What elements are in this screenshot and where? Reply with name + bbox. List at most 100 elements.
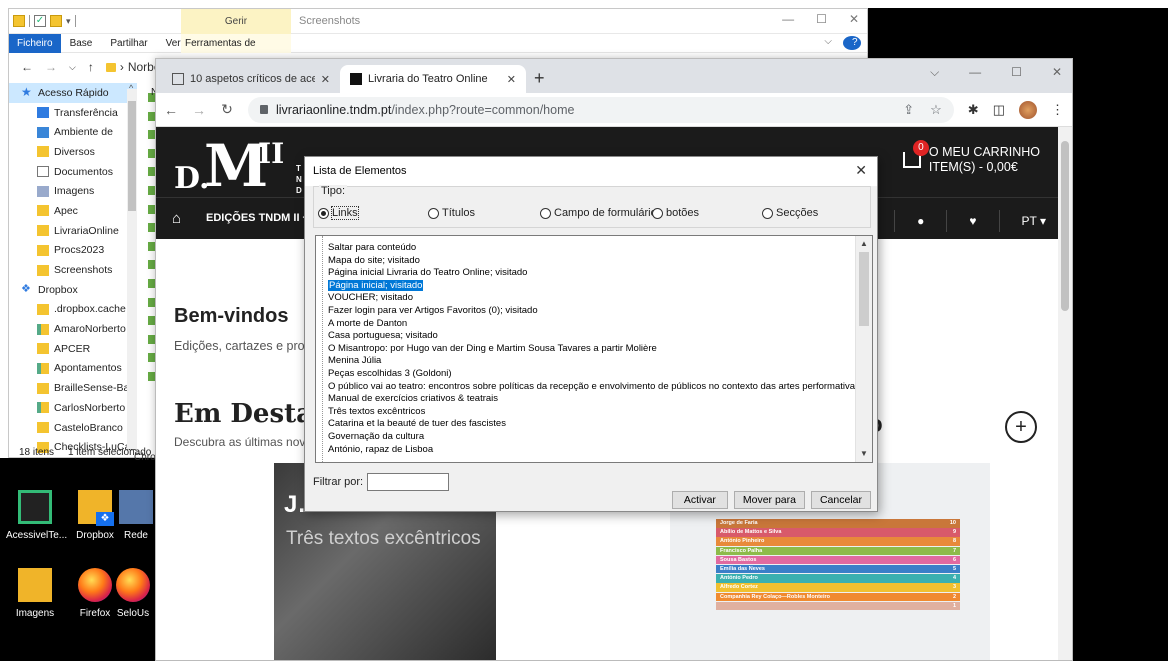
- profile-avatar[interactable]: [1019, 100, 1037, 119]
- move-to-button[interactable]: Mover para: [733, 491, 805, 509]
- activate-button[interactable]: Activar: [671, 491, 728, 509]
- list-item[interactable]: Mapa do site; visitado: [326, 255, 860, 268]
- list-item[interactable]: VOUCHER; visitado: [326, 292, 860, 305]
- minimize-icon[interactable]: —: [782, 12, 794, 26]
- list-item[interactable]: Página inicial Livraria do Teatro Online…: [326, 267, 860, 280]
- forward-arrow-icon[interactable]: →: [192, 102, 206, 118]
- help-icon[interactable]: ?: [843, 36, 861, 50]
- nav-item[interactable]: Screenshots: [9, 260, 137, 280]
- list-item[interactable]: Catarina et la beauté de tuer des fascis…: [326, 418, 860, 431]
- list-item[interactable]: A morte de Danton: [326, 318, 860, 331]
- customize-toolbar-icon[interactable]: ▾: [66, 16, 71, 27]
- filter-input[interactable]: [367, 473, 450, 491]
- nav-item[interactable]: Apec: [9, 201, 137, 221]
- list-item[interactable]: O Misantropo: por Hugo van der Ding e Ma…: [326, 343, 860, 356]
- radio-seccoes[interactable]: Secções: [762, 207, 818, 219]
- nav-edicoes-tndm[interactable]: EDIÇÕES TNDM II +: [206, 212, 309, 224]
- radio-links[interactable]: Links: [318, 206, 359, 220]
- scrollbar-thumb[interactable]: [1061, 141, 1069, 311]
- side-panel-icon[interactable]: ◫: [993, 102, 1005, 118]
- chevron-down-icon[interactable]: ⌵: [815, 36, 841, 47]
- heart-icon[interactable]: ♥: [969, 214, 976, 228]
- close-icon[interactable]: ✕: [849, 12, 859, 26]
- scrollbar-thumb[interactable]: [128, 101, 136, 211]
- bookmark-star-icon[interactable]: ☆: [930, 102, 942, 118]
- page-scrollbar[interactable]: [1058, 127, 1072, 660]
- nav-item[interactable]: Apontamentos: [9, 359, 137, 379]
- ribbon-tab-ferramentas-imagem[interactable]: Ferramentas de Imagem: [181, 34, 291, 68]
- list-item[interactable]: António, rapaz de Lisboa: [326, 444, 860, 457]
- close-icon[interactable]: ✕: [1052, 65, 1062, 80]
- close-tab-icon[interactable]: ✕: [507, 73, 516, 86]
- list-item[interactable]: Fazer login para ver Artigos Favoritos (…: [326, 305, 860, 318]
- back-arrow-icon[interactable]: ←: [164, 102, 178, 118]
- nav-item[interactable]: BrailleSense-Bac: [9, 378, 137, 398]
- gerir-context-tab[interactable]: Gerir: [181, 9, 291, 34]
- navigation-scrollbar[interactable]: [127, 89, 137, 449]
- nav-item[interactable]: ★ Acesso Rápido: [9, 83, 137, 103]
- nav-item[interactable]: Diversos✦: [9, 142, 137, 162]
- desktop-icon-rede[interactable]: Rede: [118, 490, 154, 541]
- browser-tab-1[interactable]: 10 aspetos críticos de acessibilid ✕: [162, 65, 340, 93]
- properties-check-icon[interactable]: ✓: [34, 15, 46, 27]
- cancel-button[interactable]: Cancelar: [810, 491, 871, 509]
- nav-item[interactable]: Procs2023: [9, 241, 137, 261]
- list-item[interactable]: Três textos excêntricos: [326, 406, 860, 419]
- nav-item[interactable]: Documentos✦: [9, 162, 137, 182]
- desktop-icon-dropbox[interactable]: ❖ Dropbox: [66, 490, 124, 541]
- reload-icon[interactable]: ↻: [220, 101, 234, 118]
- recent-locations-icon[interactable]: ⌵: [69, 62, 76, 73]
- nav-item[interactable]: CasteloBranco: [9, 418, 137, 438]
- radio-titulos[interactable]: Títulos: [428, 207, 475, 219]
- list-item[interactable]: Peças escolhidas 3 (Goldoni): [326, 368, 860, 381]
- elements-tree-list[interactable]: Saltar para conteúdo Mapa do site; visita…: [315, 235, 873, 463]
- scroll-down-icon[interactable]: ▼: [856, 446, 872, 462]
- plus-circle-icon[interactable]: +: [1005, 411, 1037, 443]
- nav-item[interactable]: CarlosNorberto: [9, 398, 137, 418]
- nav-item[interactable]: AmaroNorberto: [9, 319, 137, 339]
- close-tab-icon[interactable]: ✕: [321, 73, 330, 86]
- new-tab-icon[interactable]: +: [534, 68, 545, 89]
- list-item[interactable]: Menina Júlia: [326, 355, 860, 368]
- list-item[interactable]: Casa portuguesa; visitado: [326, 330, 860, 343]
- list-scrollbar[interactable]: ▲ ▼: [855, 236, 872, 462]
- share-icon[interactable]: ⇪: [903, 102, 914, 118]
- language-selector[interactable]: PT ▾: [1022, 214, 1046, 228]
- ribbon-tab-base[interactable]: Base: [61, 38, 102, 49]
- desktop-icon-acessivelte[interactable]: AcessivelTe...: [6, 490, 67, 541]
- list-item[interactable]: O público vai ao teatro: encontros sobre…: [326, 381, 860, 394]
- lock-icon[interactable]: [260, 105, 268, 114]
- new-folder-icon[interactable]: [50, 15, 62, 27]
- list-item[interactable]: Página inicial; visitado: [326, 279, 860, 293]
- nav-item[interactable]: Ambiente de✦: [9, 122, 137, 142]
- extensions-puzzle-icon[interactable]: ✱: [968, 102, 979, 118]
- nav-item[interactable]: APCER: [9, 339, 137, 359]
- scrollbar-thumb[interactable]: [859, 252, 869, 326]
- scroll-up-icon[interactable]: ▲: [856, 236, 872, 252]
- menu-kebab-icon[interactable]: ⋮: [1051, 102, 1064, 118]
- list-item[interactable]: Governação da cultura: [326, 431, 860, 444]
- address-bar[interactable]: livrariaonline.tndm.pt/index.php?route=c…: [248, 96, 954, 123]
- radio-campo-formulario[interactable]: Campo de formulário: [540, 207, 657, 219]
- up-arrow-icon[interactable]: ↑: [88, 60, 94, 74]
- desktop-icon-imagens[interactable]: Imagens: [6, 568, 64, 619]
- list-item[interactable]: Saltar para conteúdo: [326, 242, 860, 255]
- ribbon-tab-ficheiro[interactable]: Ficheiro: [9, 33, 61, 53]
- maximize-icon[interactable]: ☐: [1011, 65, 1022, 80]
- nav-item[interactable]: Transferência✦: [9, 103, 137, 123]
- nav-item[interactable]: .dropbox.cache: [9, 300, 137, 320]
- radio-botoes[interactable]: botões: [652, 207, 699, 219]
- nav-item[interactable]: ❖ Dropbox: [9, 280, 137, 300]
- tab-search-icon[interactable]: ⌵: [930, 65, 939, 80]
- back-arrow-icon[interactable]: ←: [21, 60, 33, 74]
- nav-item[interactable]: Imagens✦: [9, 181, 137, 201]
- cart-button[interactable]: 0 O MEU CARRINHO ITEM(S) - 0,00€: [902, 140, 1040, 175]
- close-icon[interactable]: ✕: [855, 162, 867, 179]
- desktop-icon-selous[interactable]: SeloUs: [112, 568, 154, 619]
- maximize-icon[interactable]: ☐: [816, 12, 827, 26]
- nav-item[interactable]: LivrariaOnline: [9, 221, 137, 241]
- ribbon-tab-partilhar[interactable]: Partilhar: [101, 38, 156, 49]
- browser-tab-2[interactable]: Livraria do Teatro Online ✕: [340, 65, 526, 93]
- forward-arrow-icon[interactable]: →: [45, 60, 57, 74]
- user-icon[interactable]: ●: [917, 214, 924, 228]
